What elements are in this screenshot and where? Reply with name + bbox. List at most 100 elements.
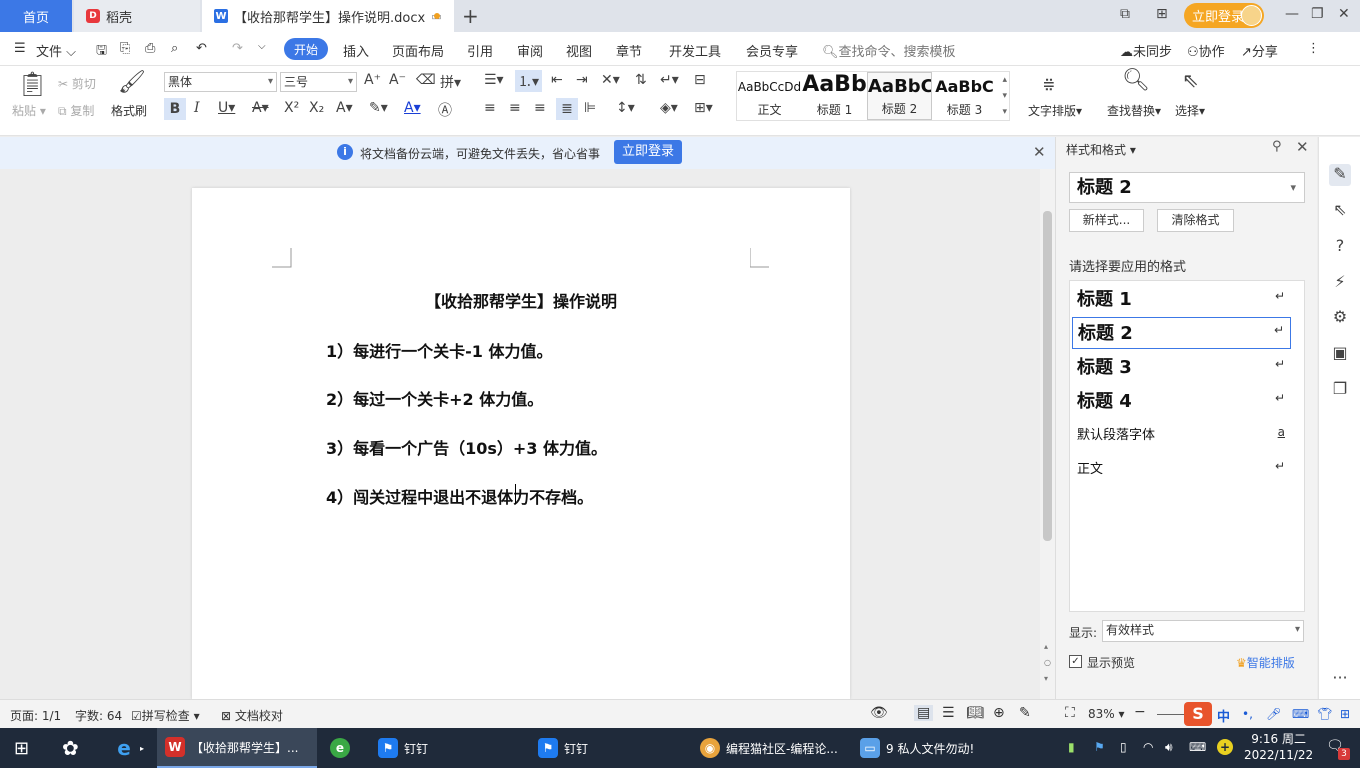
battery-tray-icon[interactable]: ▮ <box>1068 740 1075 754</box>
style-item-heading3[interactable]: 标题 3 ↵ <box>1072 352 1291 384</box>
superscript-icon[interactable]: X² <box>284 100 299 116</box>
taskbar-wps[interactable]: W 【收拾那帮学生】... <box>157 728 317 768</box>
book-icon[interactable]: ❐ <box>1329 379 1351 401</box>
page-view-icon[interactable]: ▤ <box>914 705 934 721</box>
strikethrough-icon[interactable]: A▾ <box>252 100 269 116</box>
clear-format-button[interactable]: 清除格式 <box>1157 209 1234 232</box>
more-vertical-icon[interactable]: ⋮ <box>1307 41 1320 56</box>
style-item-heading2[interactable]: 标题 2 ↵ <box>1072 317 1291 349</box>
ime-mode[interactable]: 中 <box>1217 706 1230 725</box>
underline-icon[interactable]: U▾ <box>218 100 235 116</box>
font-size-select[interactable]: 三号 <box>280 72 357 92</box>
close-icon[interactable]: ✕ <box>1338 6 1350 22</box>
menu-view[interactable]: 视图 <box>566 41 592 60</box>
taskbar-app-pinwheel[interactable]: ✿ <box>62 728 79 768</box>
minimize-icon[interactable]: — <box>1285 6 1299 22</box>
style-item-default-font[interactable]: 默认段落字体 a <box>1072 420 1291 452</box>
style-gallery-normal[interactable]: AaBbCcDd 正文 <box>737 72 802 120</box>
login-button[interactable]: 立即登录 <box>1184 3 1264 28</box>
menu-kaishi[interactable]: 开始 <box>284 38 328 60</box>
image-icon[interactable]: ▣ <box>1329 343 1351 365</box>
page-nav-icon[interactable]: ▴ ○ ▾ <box>1044 639 1051 687</box>
cursor-icon[interactable]: ⇖ <box>1182 68 1199 92</box>
more-dropdown-icon[interactable]: ⌵ <box>258 41 266 52</box>
text-layout-button[interactable]: 文字排版▾ <box>1028 102 1082 119</box>
restore-icon[interactable]: ❐ <box>1311 6 1324 22</box>
numbered-list-icon[interactable]: ⒈▾ <box>515 70 543 92</box>
style-gallery-heading1[interactable]: AaBb 标题 1 <box>802 72 867 120</box>
page-indicator[interactable]: 页面: 1/1 <box>10 707 61 724</box>
clear-format-icon[interactable]: ⌫ <box>416 72 436 88</box>
borders-icon[interactable]: ⊞▾ <box>694 100 713 116</box>
vertical-scrollbar[interactable]: ▴ ○ ▾ <box>1040 169 1055 699</box>
gallery-scroll-icon[interactable]: ▴ ▾ ▾ <box>1002 72 1007 120</box>
zoom-slider[interactable] <box>1157 714 1187 715</box>
subscript-icon[interactable]: X₂ <box>309 100 324 116</box>
font-color-icon[interactable]: A▾ <box>404 100 421 116</box>
wifi-tray-icon[interactable]: ◠ <box>1143 740 1153 754</box>
menu-file[interactable]: 文件 ⌵ <box>36 41 76 60</box>
lightning-icon[interactable]: ⚡ <box>1329 272 1351 294</box>
write-view-icon[interactable]: ✎ <box>1019 705 1031 721</box>
export-icon[interactable]: ⎘ <box>120 41 130 56</box>
bullet-list-icon[interactable]: ☰▾ <box>484 72 504 88</box>
help-icon[interactable]: ? <box>1329 236 1351 258</box>
menu-page-layout[interactable]: 页面布局 <box>392 41 444 60</box>
highlight-icon[interactable]: ✎▾ <box>369 100 388 116</box>
print-preview-icon[interactable]: ⌕ <box>171 41 178 56</box>
select-cursor-icon[interactable]: ⇖ <box>1329 200 1351 222</box>
style-item-heading1[interactable]: 标题 1 ↵ <box>1072 284 1291 316</box>
taskbar-dingtalk-2[interactable]: ⚑ 钉钉 <box>538 728 588 768</box>
cut-button[interactable]: ✂ 剪切 <box>58 75 96 92</box>
save-icon[interactable]: 🖫 <box>96 41 107 63</box>
style-gallery-heading3[interactable]: AaBbC 标题 3 <box>932 72 997 120</box>
outline-view-icon[interactable]: ☰ <box>942 705 955 721</box>
hamburger-icon[interactable]: ☰ <box>14 41 26 56</box>
sync-button[interactable]: ☁未同步 <box>1120 41 1172 60</box>
taskbar-dingtalk-1[interactable]: ⚑ 钉钉 <box>378 728 428 768</box>
paste-button[interactable]: 粘贴 ▾ <box>12 102 46 119</box>
word-count[interactable]: 字数: 64 <box>75 707 122 724</box>
proofread-button[interactable]: ⊠ 文档校对 <box>221 707 283 724</box>
menu-developer[interactable]: 开发工具 <box>669 41 721 60</box>
distribute-icon[interactable]: ⊫ <box>584 100 596 116</box>
skin-icon[interactable]: 👕︎ <box>1317 707 1332 721</box>
start-button[interactable]: ⊞ <box>14 728 29 768</box>
doc-paragraph[interactable]: 1）每进行一个关卡-1 体力值。 <box>326 338 552 362</box>
char-border-icon[interactable]: Ⓐ <box>438 100 452 120</box>
volume-tray-icon[interactable]: 🔊︎ <box>1165 740 1173 755</box>
microphone-icon[interactable]: 🎤︎ <box>1266 707 1281 721</box>
doc-paragraph[interactable]: 3）每看一个广告（10s）+3 体力值。 <box>326 435 607 459</box>
storage-tray-icon[interactable]: ▯ <box>1120 740 1127 754</box>
copy-button[interactable]: ⧉ 复制 <box>58 102 94 119</box>
bold-icon[interactable]: B <box>164 98 186 120</box>
apps-grid-icon[interactable]: ⊞ <box>1156 6 1168 22</box>
doc-paragraph[interactable]: 4）闯关过程中退出不退体力不存档。 <box>326 484 593 508</box>
new-style-button[interactable]: 新样式... <box>1069 209 1144 232</box>
indent-icon[interactable]: ⇥ <box>576 72 588 88</box>
scroll-thumb[interactable] <box>1043 211 1052 541</box>
keyboard-icon[interactable]: ⌨ <box>1292 707 1309 721</box>
align-center-icon[interactable]: ≡ <box>509 100 521 116</box>
ruler-icon[interactable]: ⊟ <box>694 72 706 88</box>
text-effect-icon[interactable]: A▾ <box>336 100 353 116</box>
tab-home[interactable]: 首页 <box>0 0 72 32</box>
collab-button[interactable]: ⚇协作 <box>1187 41 1225 60</box>
infobar-login-button[interactable]: 立即登录 <box>614 140 682 164</box>
shading-icon[interactable]: ◈▾ <box>660 100 678 116</box>
fit-page-icon[interactable]: ⛶ <box>1065 705 1075 721</box>
style-item-heading4[interactable]: 标题 4 ↵ <box>1072 386 1291 418</box>
share-button[interactable]: ↗分享 <box>1241 41 1278 60</box>
font-name-select[interactable]: 黑体 <box>164 72 277 92</box>
find-icon[interactable]: 🔍︎ <box>1122 68 1150 93</box>
paste-icon[interactable]: 📋︎ <box>17 70 47 98</box>
zoom-select[interactable]: 83% ▾ <box>1088 707 1125 721</box>
taskbar-360[interactable]: e <box>330 728 350 768</box>
system-clock[interactable]: 9:16 周二 2022/11/22 <box>1244 731 1313 763</box>
dingtalk-tray-icon[interactable]: ⚑ <box>1094 740 1105 754</box>
doc-paragraph[interactable]: 2）每过一个关卡+2 体力值。 <box>326 386 543 410</box>
font-shrink-icon[interactable]: A⁻ <box>389 72 406 88</box>
style-item-normal[interactable]: 正文 ↵ <box>1072 454 1291 486</box>
taskbar-chrome[interactable]: ◉ 编程猫社区-编程论... <box>700 728 838 768</box>
align-left-icon[interactable]: ≡ <box>484 100 496 116</box>
